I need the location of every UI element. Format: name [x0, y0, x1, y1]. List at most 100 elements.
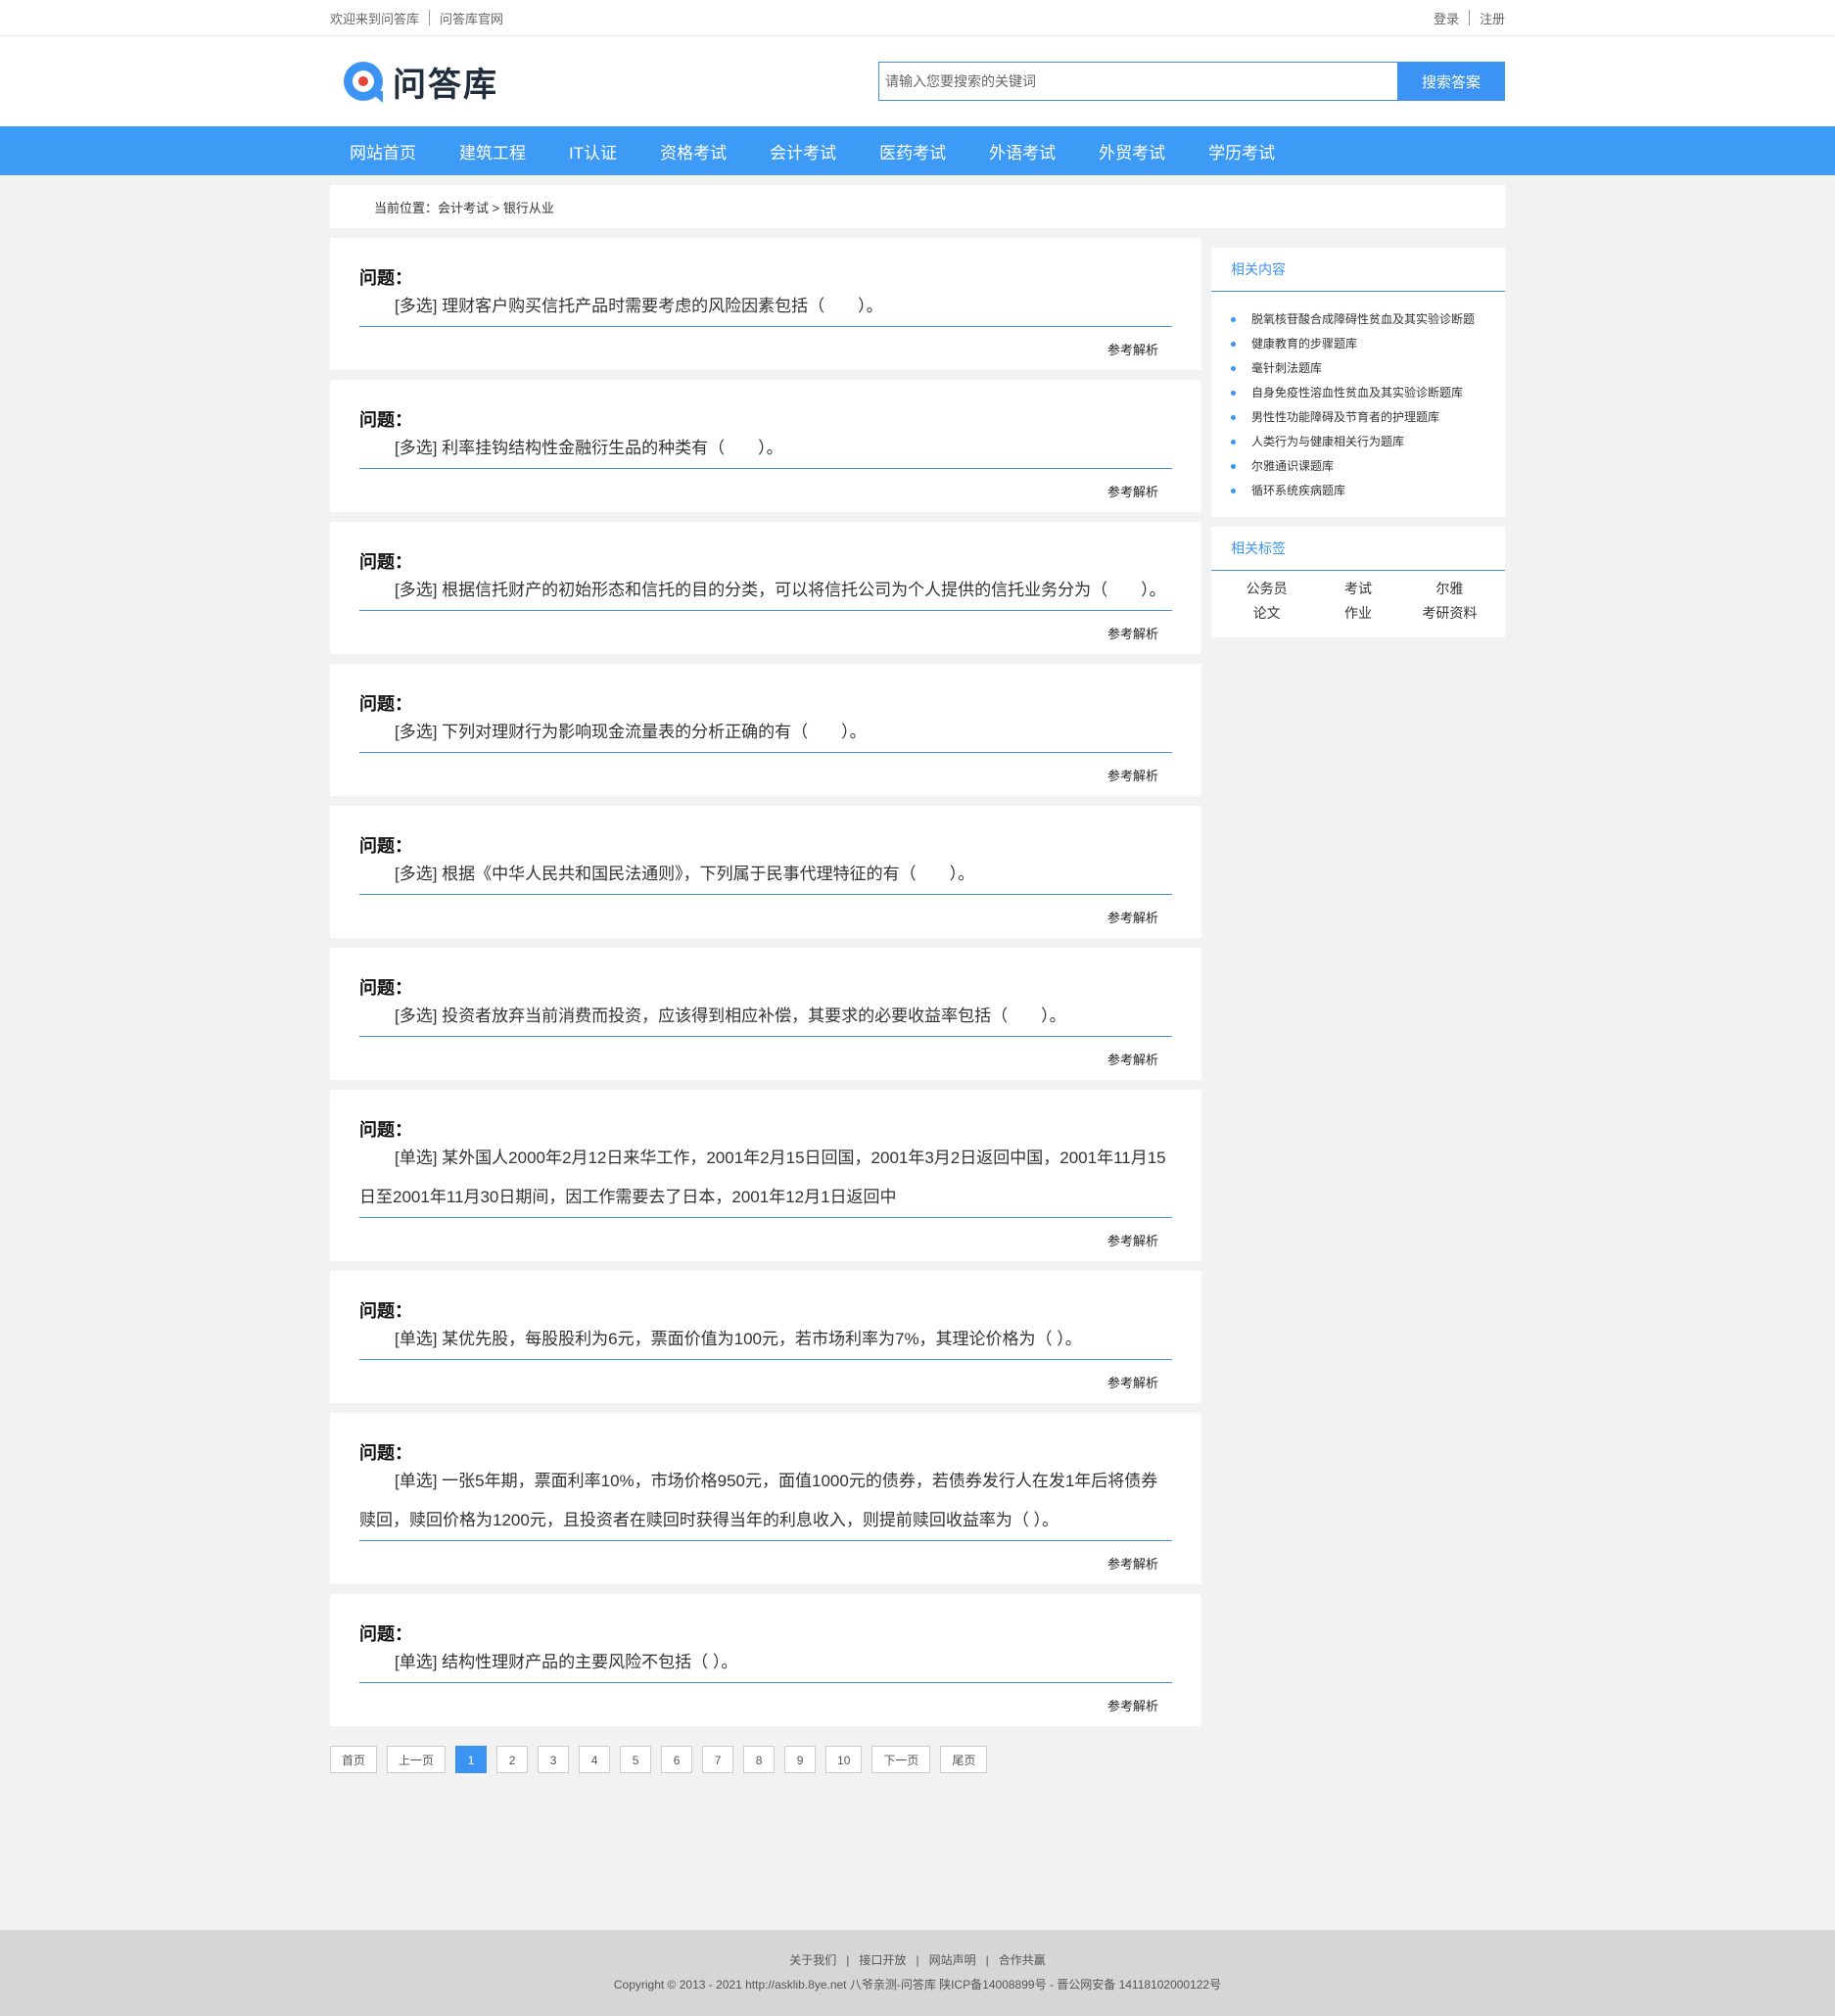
bullet-icon [1231, 317, 1236, 322]
footer-link[interactable]: 接口开放 [859, 1951, 906, 1968]
logo-text: 问答库 [393, 66, 498, 104]
nav-item[interactable]: 医药考试 [879, 139, 946, 164]
tag-link[interactable]: 尔雅 [1404, 577, 1495, 601]
page-link[interactable]: 7 [702, 1746, 734, 1773]
page-link[interactable]: 4 [579, 1746, 611, 1773]
question-text[interactable]: [单选] 一张5年期，票面利率10%，市场价格950元，面值1000元的债券，若… [359, 1462, 1172, 1541]
related-tags-title: 相关标签 [1211, 527, 1505, 571]
pagination: 首页 上一页 1 2 3 4 5 6 7 8 9 10 下一页 尾页 [330, 1746, 1201, 1773]
bullet-icon [1231, 366, 1236, 371]
page-link[interactable]: 10 [825, 1746, 863, 1773]
footer-link[interactable]: 合作共赢 [999, 1951, 1046, 1968]
question-card: 问题： [多选] 利率挂钩结构性金融衍生品的种类有（ ）。 参考解析 [330, 380, 1201, 512]
question-card: 问题： [单选] 一张5年期，票面利率10%，市场价格950元，面值1000元的债… [330, 1413, 1201, 1584]
question-card: 问题： [单选] 某优先股，每股股利为6元，票面价值为100元，若市场利率为7%，… [330, 1271, 1201, 1403]
page-link[interactable]: 1 [455, 1746, 488, 1773]
search-bar: 搜索答案 [878, 62, 1505, 101]
question-list: 问题： [多选] 理财客户购买信托产品时需要考虑的风险因素包括（ ）。 参考解析 问题… [330, 238, 1201, 1773]
analysis-link[interactable]: 参考解析 [1107, 1696, 1158, 1714]
analysis-link[interactable]: 参考解析 [1107, 908, 1158, 926]
tag-link[interactable]: 考研资料 [1404, 601, 1495, 626]
nav-item[interactable]: 建筑工程 [459, 139, 526, 164]
tag-link[interactable]: 论文 [1221, 601, 1312, 626]
bullet-icon [1231, 415, 1236, 420]
copyright: Copyright © 2013 - 2021 http://asklib.8y… [613, 1978, 1222, 1992]
page-link[interactable]: 5 [620, 1746, 652, 1773]
question-text[interactable]: [多选] 理财客户购买信托产品时需要考虑的风险因素包括（ ）。 [359, 287, 1172, 327]
question-card: 问题： [多选] 根据《中华人民共和国民法通则》，下列属于民事代理特征的有（ ）。… [330, 806, 1201, 938]
related-item[interactable]: 脱氧核苷酸合成障碍性贫血及其实验诊断题 [1231, 307, 1505, 332]
bullet-icon [1231, 440, 1236, 445]
analysis-link[interactable]: 参考解析 [1107, 1554, 1158, 1572]
related-content-box: 相关内容 脱氧核苷酸合成障碍性贫血及其实验诊断题 健康教育的步骤题库 毫针刺法题库自… [1211, 248, 1505, 517]
breadcrumb: 当前位置：会计考试 > 银行从业 [330, 185, 1505, 228]
related-item[interactable]: 毫针刺法题库 [1231, 356, 1505, 381]
question-text[interactable]: [多选] 根据信托财产的初始形态和信托的目的分类，可以将信托公司为个人提供的信托… [359, 571, 1172, 611]
page-link[interactable]: 2 [496, 1746, 529, 1773]
analysis-link[interactable]: 参考解析 [1107, 340, 1158, 358]
page-link[interactable]: 6 [661, 1746, 693, 1773]
question-card: 问题： [多选] 下列对理财行为影响现金流量表的分析正确的有（ ）。 参考解析 [330, 664, 1201, 796]
page-link[interactable]: 9 [784, 1746, 817, 1773]
question-card: 问题： [多选] 根据信托财产的初始形态和信托的目的分类，可以将信托公司为个人提供… [330, 522, 1201, 654]
nav-item[interactable]: 资格考试 [660, 139, 727, 164]
nav-item[interactable]: 网站首页 [350, 139, 416, 164]
divider [429, 10, 431, 25]
page-link[interactable]: 8 [743, 1746, 776, 1773]
page-link[interactable]: 首页 [330, 1746, 378, 1773]
login-link[interactable]: 登录 [1434, 9, 1459, 27]
related-item-label: 健康教育的步骤题库 [1251, 337, 1358, 351]
header: 问答库 搜索答案 [0, 36, 1835, 126]
official-link[interactable]: 问答库官网 [440, 9, 503, 27]
nav-item[interactable]: IT认证 [569, 139, 617, 164]
bullet-icon [1231, 391, 1236, 396]
related-item-label: 脱氧核苷酸合成障碍性贫血及其实验诊断题 [1251, 312, 1476, 326]
welcome-text: 欢迎来到问答库 [330, 11, 420, 26]
analysis-link[interactable]: 参考解析 [1107, 766, 1158, 784]
nav-item[interactable]: 会计考试 [770, 139, 836, 164]
site-logo[interactable]: 问答库 [340, 58, 498, 106]
question-text[interactable]: [多选] 下列对理财行为影响现金流量表的分析正确的有（ ）。 [359, 713, 1172, 753]
question-text[interactable]: [多选] 根据《中华人民共和国民法通则》，下列属于民事代理特征的有（ ）。 [359, 855, 1172, 895]
nav-item[interactable]: 学历考试 [1208, 139, 1275, 164]
related-item[interactable]: 健康教育的步骤题库 [1231, 332, 1505, 356]
nav-item[interactable]: 外贸考试 [1099, 139, 1165, 164]
page-link[interactable]: 下一页 [871, 1746, 931, 1773]
page-link[interactable]: 上一页 [387, 1746, 447, 1773]
question-text[interactable]: [单选] 结构性理财产品的主要风险不包括（ ）。 [359, 1643, 1172, 1683]
bullet-icon [1231, 342, 1236, 347]
analysis-link[interactable]: 参考解析 [1107, 1373, 1158, 1391]
register-link[interactable]: 注册 [1480, 9, 1505, 27]
related-item[interactable]: 男性性功能障碍及节育者的护理题库 [1231, 405, 1505, 430]
page-link[interactable]: 3 [538, 1746, 570, 1773]
question-text[interactable]: [多选] 投资者放弃当前消费而投资，应该得到相应补偿，其要求的必要收益率包括（ … [359, 997, 1172, 1037]
related-item[interactable]: 人类行为与健康相关行为题库 [1231, 430, 1505, 454]
related-item[interactable]: 尔雅通识课题库 [1231, 454, 1505, 479]
tag-link[interactable]: 公务员 [1221, 577, 1312, 601]
related-item-label: 自身免疫性溶血性贫血及其实验诊断题库 [1251, 386, 1464, 399]
analysis-link[interactable]: 参考解析 [1107, 482, 1158, 500]
related-item-label: 人类行为与健康相关行为题库 [1251, 435, 1405, 448]
search-input[interactable] [878, 62, 1397, 101]
footer-link[interactable]: 关于我们 [789, 1951, 836, 1968]
analysis-link[interactable]: 参考解析 [1107, 1231, 1158, 1249]
bullet-icon [1231, 489, 1236, 493]
search-button[interactable]: 搜索答案 [1397, 62, 1505, 101]
bullet-icon [1231, 464, 1236, 469]
analysis-link[interactable]: 参考解析 [1107, 1050, 1158, 1068]
footer-link[interactable]: 网站声明 [929, 1951, 976, 1968]
question-text[interactable]: [单选] 某外国人2000年2月12日来华工作，2001年2月15日回国，200… [359, 1139, 1172, 1218]
related-item-label: 尔雅通识课题库 [1251, 459, 1335, 473]
question-card: 问题： [多选] 理财客户购买信托产品时需要考虑的风险因素包括（ ）。 参考解析 [330, 238, 1201, 370]
related-item[interactable]: 循环系统疾病题库 [1231, 479, 1505, 503]
tag-link[interactable]: 考试 [1312, 577, 1403, 601]
related-item[interactable]: 自身免疫性溶血性贫血及其实验诊断题库 [1231, 381, 1505, 405]
tag-link[interactable]: 作业 [1312, 601, 1403, 626]
nav-item[interactable]: 外语考试 [989, 139, 1056, 164]
question-text[interactable]: [多选] 利率挂钩结构性金融衍生品的种类有（ ）。 [359, 429, 1172, 469]
question-text[interactable]: [单选] 某优先股，每股股利为6元，票面价值为100元，若市场利率为7%，其理论… [359, 1320, 1172, 1360]
page-link[interactable]: 尾页 [940, 1746, 988, 1773]
question-card: 问题： [单选] 结构性理财产品的主要风险不包括（ ）。 参考解析 [330, 1594, 1201, 1726]
sidebar: 相关内容 脱氧核苷酸合成障碍性贫血及其实验诊断题 健康教育的步骤题库 毫针刺法题库自… [1211, 248, 1505, 1773]
analysis-link[interactable]: 参考解析 [1107, 624, 1158, 642]
